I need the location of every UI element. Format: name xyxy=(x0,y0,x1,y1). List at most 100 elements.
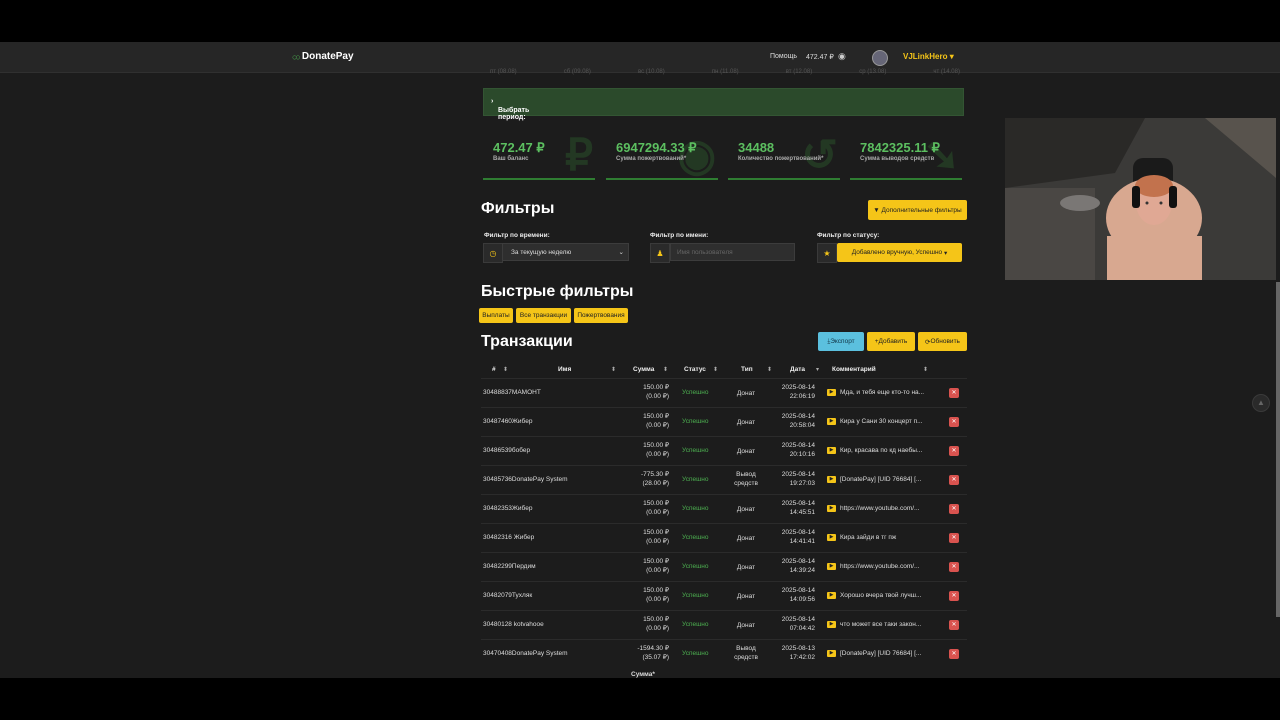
row-status: Успешно xyxy=(682,418,709,425)
row-comment[interactable]: ▶ https://www.youtube.com/... xyxy=(827,563,927,570)
user-menu[interactable]: VJLinkHero ▾ xyxy=(903,52,954,61)
trash-icon[interactable]: ✕ xyxy=(949,649,959,659)
youtube-icon[interactable]: ▶ xyxy=(827,621,836,628)
youtube-icon[interactable]: ▶ xyxy=(827,650,836,657)
col-id[interactable]: # xyxy=(492,366,496,373)
name-filter-input[interactable]: Имя пользователя xyxy=(670,243,795,261)
row-date-time: 20:10:16 xyxy=(789,451,815,458)
row-comment[interactable]: ▶ Мда, и тебя еще кто-то на... xyxy=(827,389,927,396)
status-filter-select[interactable]: Добавлено вручную, Успешно ▾ xyxy=(837,243,962,262)
col-sum[interactable]: Сумма xyxy=(633,366,654,373)
transactions-title: Транзакции xyxy=(481,333,573,350)
sort-icon[interactable]: ▾ xyxy=(816,366,819,373)
row-type: Донат xyxy=(733,418,759,427)
more-filters-button[interactable]: ▼ Дополнительные фильтры xyxy=(868,200,967,220)
refresh-button[interactable]: ⟳ Обновить xyxy=(918,332,967,351)
add-button[interactable]: + Добавить xyxy=(867,332,915,351)
row-sum-fee: (0.00 ₽) xyxy=(646,625,669,632)
help-link[interactable]: Помощь xyxy=(770,53,797,60)
table-row: 30482316 Жибер 150.00 ₽ (0.00 ₽) Успешно Дон… xyxy=(481,523,967,553)
row-sum-amount: -1594.30 ₽ xyxy=(637,645,669,652)
youtube-icon[interactable]: ▶ xyxy=(827,592,836,599)
sort-icon[interactable]: ⬍ xyxy=(503,366,508,373)
youtube-icon[interactable]: ▶ xyxy=(827,389,836,396)
row-date-day: 2025-08-13 xyxy=(781,645,815,652)
col-date[interactable]: Дата xyxy=(790,366,805,373)
sort-icon[interactable]: ⬍ xyxy=(663,366,668,373)
trash-icon[interactable]: ✕ xyxy=(949,620,959,630)
row-status: Успешно xyxy=(682,447,709,454)
chart-tick: чт (14.08) xyxy=(933,69,960,75)
sort-icon[interactable]: ⬍ xyxy=(611,366,616,373)
col-status[interactable]: Статус xyxy=(684,366,706,373)
row-comment[interactable]: ▶ https://www.youtube.com/... xyxy=(827,505,927,512)
stat-withdrawals: ➘ 7842325.11 ₽ Сумма выводов средств xyxy=(850,134,962,180)
sort-icon[interactable]: ⬍ xyxy=(767,366,772,373)
row-type: Донат xyxy=(733,447,759,456)
brand-logo[interactable]: ○○ DonatePay xyxy=(292,51,354,62)
col-type[interactable]: Тип xyxy=(741,366,753,373)
trash-icon[interactable]: ✕ xyxy=(949,475,959,485)
trash-icon[interactable]: ✕ xyxy=(949,417,959,427)
period-selector[interactable]: › Выбрать период: xyxy=(483,88,964,121)
trash-icon[interactable]: ✕ xyxy=(949,591,959,601)
row-id-name: 30487460Жибер xyxy=(483,418,533,425)
row-type-line: Донат xyxy=(736,622,756,629)
row-date-time: 19:27:03 xyxy=(789,480,815,487)
avatar[interactable] xyxy=(872,50,888,66)
row-comment-text: Кир, красава по кд наебы... xyxy=(840,447,923,454)
youtube-icon[interactable]: ▶ xyxy=(827,418,836,425)
table-header: # ⬍ Имя ⬍ Сумма ⬍ Статус ⬍ Тип ⬍ Дата ▾ Коммен… xyxy=(481,364,967,378)
scroll-up-icon[interactable]: ▲ xyxy=(1252,394,1270,412)
row-comment[interactable]: ▶ Кира у Сани 30 концерт п... xyxy=(827,418,927,425)
row-comment[interactable]: ▶ Кира зайди в тг пж xyxy=(827,534,927,541)
star-icon: ★ xyxy=(817,243,837,263)
stat-donations-count: ↺ 34488 Количество пожертвований* xyxy=(728,134,840,180)
sort-icon[interactable]: ⬍ xyxy=(713,366,718,373)
row-type: Донат xyxy=(733,534,759,543)
col-name[interactable]: Имя xyxy=(558,366,571,373)
row-sum-fee: (0.00 ₽) xyxy=(646,538,669,545)
quick-filter-payouts[interactable]: Выплаты xyxy=(479,308,513,323)
row-date: 2025-08-14 20:10:16 xyxy=(777,441,815,459)
trash-icon[interactable]: ✕ xyxy=(949,504,959,514)
youtube-icon[interactable]: ▶ xyxy=(827,447,836,454)
row-type: Донат xyxy=(733,621,759,630)
stat-value: 472.47 ₽ xyxy=(493,140,545,155)
row-comment[interactable]: ▶ что может все таки закон... xyxy=(827,621,927,628)
row-sum-amount: 150.00 ₽ xyxy=(643,384,669,391)
trash-icon[interactable]: ✕ xyxy=(949,533,959,543)
time-filter-select[interactable]: За текущую неделю ⌄ xyxy=(502,243,629,261)
row-comment[interactable]: ▶ Хорошо вчера твой лучш... xyxy=(827,592,927,599)
youtube-icon[interactable]: ▶ xyxy=(827,505,836,512)
quick-filter-all[interactable]: Все транзакции xyxy=(516,308,571,323)
export-button[interactable]: ⤓ Экспорт xyxy=(818,332,864,351)
row-sum-amount: 150.00 ₽ xyxy=(643,413,669,420)
youtube-icon[interactable]: ▶ xyxy=(827,563,836,570)
trash-icon[interactable]: ✕ xyxy=(949,446,959,456)
eye-icon[interactable]: ◉ xyxy=(838,51,846,62)
chevron-down-icon: ⌄ xyxy=(618,249,624,256)
row-type-line: Вывод xyxy=(736,645,756,652)
row-comment[interactable]: ▶ [DonatePay] [UID 76684] [... xyxy=(827,650,927,657)
youtube-icon[interactable]: ▶ xyxy=(827,476,836,483)
row-sum: 150.00 ₽ (0.00 ₽) xyxy=(617,586,669,604)
quick-filter-donations[interactable]: Пожертвования xyxy=(574,308,628,323)
row-date-time: 07:04:42 xyxy=(789,625,815,632)
youtube-icon[interactable]: ▶ xyxy=(827,534,836,541)
row-id-name: 30480128 kotvahooe xyxy=(483,621,544,628)
sort-icon[interactable]: ⬍ xyxy=(923,366,928,373)
row-comment[interactable]: ▶ Кир, красава по кд наебы... xyxy=(827,447,927,454)
trash-icon[interactable]: ✕ xyxy=(949,562,959,572)
table-row: 30488837МАМОНТ 150.00 ₽ (0.00 ₽) Успешно Дон… xyxy=(481,378,967,408)
col-comment[interactable]: Комментарий xyxy=(832,366,876,373)
trash-icon[interactable]: ✕ xyxy=(949,388,959,398)
table-row: 30486539бобер 150.00 ₽ (0.00 ₽) Успешно Дона… xyxy=(481,436,967,466)
row-sum: 150.00 ₽ (0.00 ₽) xyxy=(617,499,669,517)
row-status: Успешно xyxy=(682,621,709,628)
row-type-line: Донат xyxy=(736,535,756,542)
row-type: Вывод средств xyxy=(733,470,759,488)
row-comment-text: https://www.youtube.com/... xyxy=(840,505,920,512)
page-scrollbar[interactable] xyxy=(1276,282,1280,617)
row-comment[interactable]: ▶ [DonatePay] [UID 76684] [... xyxy=(827,476,927,483)
